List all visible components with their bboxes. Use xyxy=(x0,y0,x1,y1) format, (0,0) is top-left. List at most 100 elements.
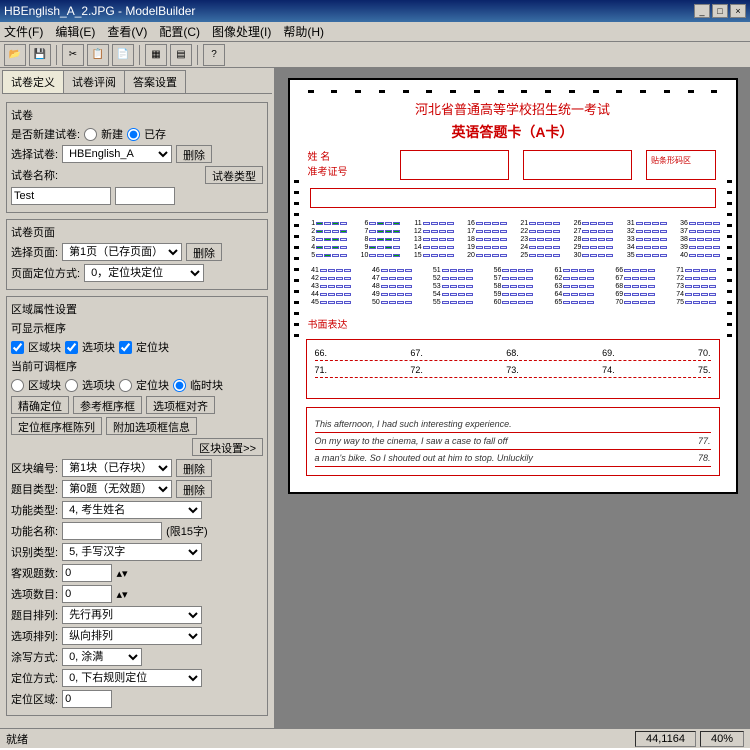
q-type-select[interactable]: 第0题（无效题） xyxy=(62,480,172,498)
func-name-label: 功能名称: xyxy=(11,523,58,539)
delete-button[interactable]: 删除 xyxy=(176,145,212,163)
new-paper-label: 是否新建试卷: xyxy=(11,126,80,142)
toolbar: 📂 💾 ✂ 📋 📄 ▦ ▤ ? xyxy=(0,42,750,68)
bubble-block: 3637383940 xyxy=(678,220,720,259)
answer-sheet: 河北省普通高等学校招生统一考试 英语答题卡（A卡） 姓 名 准考证号 贴条形码区 xyxy=(288,78,738,494)
side-marks-left xyxy=(294,180,299,337)
status-zoom: 40% xyxy=(700,731,744,747)
paste-icon[interactable]: 📄 xyxy=(112,44,134,66)
copy-icon[interactable]: 📋 xyxy=(87,44,109,66)
select-paper[interactable]: HBEnglish_A xyxy=(62,145,172,163)
locate-mode-label: 定位方式: xyxy=(11,670,58,686)
area-num-select[interactable]: 第1块（已存块） xyxy=(62,459,172,477)
opt-arrange-label: 选项排列: xyxy=(11,628,58,644)
status-coords: 44,1164 xyxy=(635,731,696,747)
ref-frame-button[interactable]: 参考框序框 xyxy=(73,396,142,414)
side-marks-right xyxy=(727,180,732,337)
help-icon[interactable]: ? xyxy=(203,44,225,66)
delete-page-button[interactable]: 删除 xyxy=(186,243,222,261)
func-type-select[interactable]: 4, 考生姓名 xyxy=(62,501,202,519)
section-title: 书面表达 xyxy=(308,316,718,331)
precise-locate-button[interactable]: 精确定位 xyxy=(11,396,69,414)
instruction-box xyxy=(310,188,716,208)
bubble-block: 2122232425 xyxy=(518,220,560,259)
bubble-block: 5657585960 xyxy=(491,267,533,306)
essay-area: This afternoon, I had such interesting e… xyxy=(306,407,720,476)
select-page[interactable]: 第1页（已存页面） xyxy=(62,243,182,261)
locate-seq-button[interactable]: 定位框序框陈列 xyxy=(11,417,102,435)
option-num-input[interactable] xyxy=(62,585,112,603)
maximize-button[interactable]: □ xyxy=(712,4,728,18)
tool2-icon[interactable]: ▤ xyxy=(170,44,192,66)
bubble-area: 1234567891011121314151617181920212223242… xyxy=(298,214,728,312)
func-name-input[interactable] xyxy=(62,522,162,540)
open-icon[interactable]: 📂 xyxy=(4,44,26,66)
smear-select[interactable]: 0, 涂满 xyxy=(62,648,142,666)
spinner-icon[interactable]: ▴▾ xyxy=(116,567,128,580)
select-paper-label: 选择试卷: xyxy=(11,146,58,162)
bubble-block: 678910 xyxy=(358,220,400,259)
area-setting-button[interactable]: 区块设置>> xyxy=(192,438,263,456)
radio-exist[interactable] xyxy=(127,128,140,141)
menu-help[interactable]: 帮助(H) xyxy=(283,23,324,40)
adjust-frame-label: 当前可调框序 xyxy=(11,358,77,374)
delete-area-button[interactable]: 删除 xyxy=(176,459,212,477)
paper-name-ext[interactable] xyxy=(115,187,175,205)
bubble-block: 7172737475 xyxy=(674,267,716,306)
window-controls: _ □ × xyxy=(694,4,746,18)
rb-area[interactable] xyxy=(11,379,24,392)
cut-icon[interactable]: ✂ xyxy=(62,44,84,66)
func-type-label: 功能类型: xyxy=(11,502,58,518)
tab-definition[interactable]: 试卷定义 xyxy=(2,70,64,93)
bubble-block: 4647484950 xyxy=(370,267,412,306)
save-icon[interactable]: 💾 xyxy=(29,44,51,66)
paper-name-label: 试卷名称: xyxy=(11,167,58,183)
barcode-box: 贴条形码区 xyxy=(646,150,716,180)
option-num-label: 选项数目: xyxy=(11,586,58,602)
paper-type-button[interactable]: 试卷类型 xyxy=(205,166,263,184)
locate-area-input[interactable] xyxy=(62,690,112,708)
menu-image[interactable]: 图像处理(I) xyxy=(212,23,271,40)
minimize-button[interactable]: _ xyxy=(694,4,710,18)
radio-new[interactable] xyxy=(84,128,97,141)
tab-answer[interactable]: 答案设置 xyxy=(124,70,186,93)
delete-q-button[interactable]: 删除 xyxy=(176,480,212,498)
sidebar: 试卷定义 试卷评阅 答案设置 试卷 是否新建试卷: 新建 已存 选择试卷: HB… xyxy=(0,68,275,728)
sheet-title: 英语答题卡（A卡） xyxy=(298,122,728,142)
locate-mode-select[interactable]: 0, 下右规则定位 xyxy=(62,669,202,687)
menu-edit[interactable]: 编辑(E) xyxy=(55,23,95,40)
status-ready: 就绪 xyxy=(6,731,28,747)
close-button[interactable]: × xyxy=(730,4,746,18)
func-name-hint: (限15字) xyxy=(166,523,208,539)
exam-id-label: 准考证号 xyxy=(308,163,388,178)
rb-temp[interactable] xyxy=(173,379,186,392)
menu-config[interactable]: 配置(C) xyxy=(159,23,200,40)
rb-option[interactable] xyxy=(65,379,78,392)
menu-file[interactable]: 文件(F) xyxy=(4,23,43,40)
obj-q-input[interactable] xyxy=(62,564,112,582)
spinner-icon[interactable]: ▴▾ xyxy=(116,588,128,601)
page-group-title: 试卷页面 xyxy=(11,224,263,240)
menu-view[interactable]: 查看(V) xyxy=(107,23,147,40)
q-arrange-select[interactable]: 先行再列 xyxy=(62,606,202,624)
preview-pane[interactable]: 河北省普通高等学校招生统一考试 英语答题卡（A卡） 姓 名 准考证号 贴条形码区 xyxy=(275,68,750,728)
select-page-label: 选择页面: xyxy=(11,244,58,260)
bubble-block: 6667686970 xyxy=(613,267,655,306)
align-option-button[interactable]: 选项框对齐 xyxy=(146,396,215,414)
area-num-label: 区块编号: xyxy=(11,460,58,476)
tab-review[interactable]: 试卷评阅 xyxy=(63,70,125,93)
smear-label: 涂写方式: xyxy=(11,649,58,665)
recog-type-select[interactable]: 5, 手写汉字 xyxy=(62,543,202,561)
page-locate-select[interactable]: 0，定位块定位 xyxy=(84,264,204,282)
add-option-button[interactable]: 附加选项框信息 xyxy=(106,417,197,435)
timing-marks-top xyxy=(298,88,728,95)
cb-option-block[interactable] xyxy=(65,341,78,354)
paper-name-input[interactable] xyxy=(11,187,111,205)
bubble-block: 3132333435 xyxy=(625,220,667,259)
cb-locate-block[interactable] xyxy=(119,341,132,354)
locate-area-label: 定位区域: xyxy=(11,691,58,707)
rb-locate[interactable] xyxy=(119,379,132,392)
cb-area-block[interactable] xyxy=(11,341,24,354)
opt-arrange-select[interactable]: 纵向排列 xyxy=(62,627,202,645)
tool-icon[interactable]: ▦ xyxy=(145,44,167,66)
